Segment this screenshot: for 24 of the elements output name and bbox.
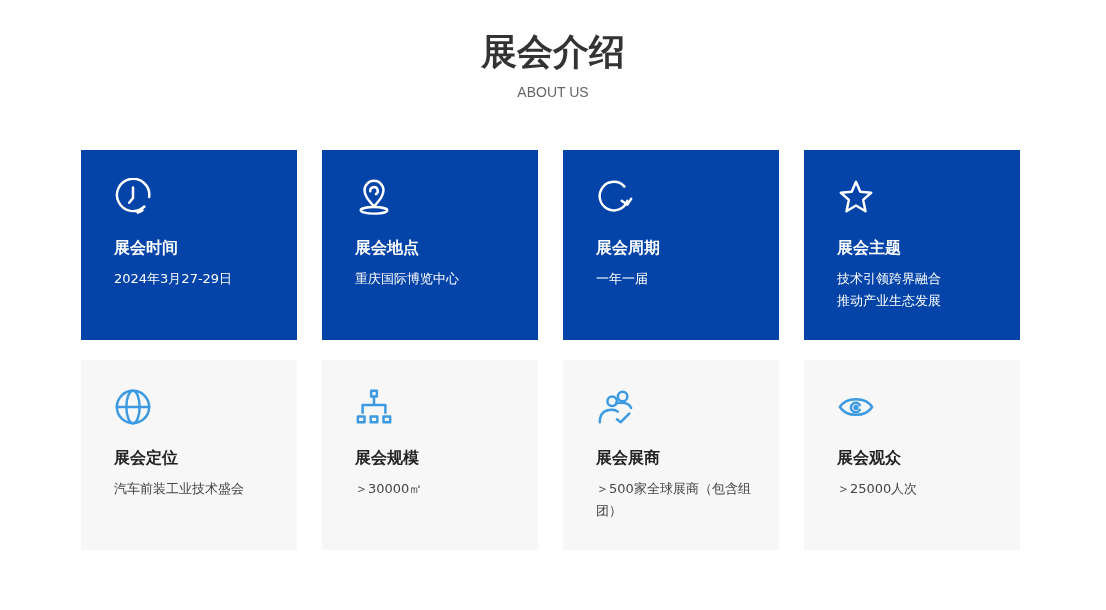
card-description: 2024年3月27-29日: [114, 270, 234, 288]
star-icon: [837, 178, 875, 216]
card-description: ＞30000㎡: [355, 480, 424, 498]
users-check-icon: [596, 388, 634, 426]
section-subtitle: ABOUT US: [516, 84, 590, 100]
card-description: 技术引领跨界融合: [837, 270, 942, 288]
card-title: 展会周期: [596, 238, 661, 258]
card-title: 展会主题: [837, 238, 902, 258]
card-title: 展会观众: [837, 448, 902, 468]
globe-icon: [114, 388, 152, 426]
card-title: 展会定位: [114, 448, 179, 468]
card-title: 展会展商: [596, 448, 661, 468]
card-description: ＞25000人次: [837, 480, 919, 498]
card-description: 重庆国际博览中心: [355, 270, 460, 288]
card-title: 展会规模: [355, 448, 420, 468]
card-description: 推动产业生态发展: [837, 292, 942, 310]
card-description: 汽车前装工业技术盛会: [114, 480, 245, 498]
card-description: ＞500家全球展商（包含组团）: [596, 480, 752, 520]
card-title: 展会时间: [114, 238, 179, 258]
hierarchy-icon: [355, 388, 393, 426]
section-title: 展会介绍: [480, 30, 626, 74]
clock-icon: [114, 178, 152, 216]
card-description: 一年一届: [596, 270, 649, 288]
card-title: 展会地点: [355, 238, 420, 258]
